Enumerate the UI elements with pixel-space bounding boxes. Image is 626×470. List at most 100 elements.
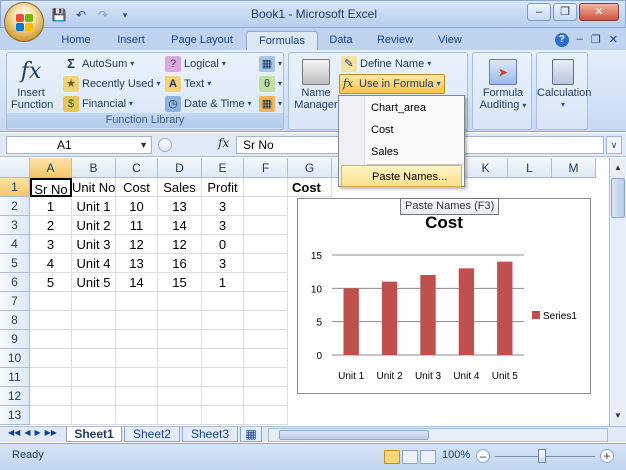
minimize-button[interactable]: – xyxy=(527,3,551,21)
cell[interactable] xyxy=(244,330,288,349)
cell[interactable]: Unit 4 xyxy=(72,254,116,273)
text-button[interactable]: A Text ▾ xyxy=(165,75,211,93)
vertical-scroll-thumb[interactable] xyxy=(611,178,625,218)
scroll-down-icon[interactable]: ▼ xyxy=(611,408,625,424)
cell[interactable] xyxy=(244,292,288,311)
cell[interactable] xyxy=(116,387,158,406)
cell[interactable] xyxy=(72,311,116,330)
normal-view-icon[interactable] xyxy=(384,450,400,464)
zoom-in-icon[interactable]: + xyxy=(600,449,614,463)
cell[interactable] xyxy=(202,368,244,387)
column-header[interactable]: L xyxy=(508,158,552,178)
cell[interactable]: 13 xyxy=(116,254,158,273)
name-box[interactable]: A1 ▼ xyxy=(6,136,152,154)
cell[interactable]: 1 xyxy=(202,273,244,292)
cell[interactable] xyxy=(72,292,116,311)
cell[interactable]: 12 xyxy=(158,235,202,254)
column-header[interactable]: D xyxy=(158,158,202,178)
cell[interactable] xyxy=(72,368,116,387)
row-header[interactable]: 6 xyxy=(0,273,30,292)
tab-view[interactable]: View xyxy=(430,31,470,50)
cell[interactable]: Sr No xyxy=(30,178,72,197)
cell[interactable]: Unit 2 xyxy=(72,216,116,235)
cell[interactable]: 10 xyxy=(116,197,158,216)
column-header[interactable]: A xyxy=(30,158,72,178)
menu-item-cost[interactable]: Cost xyxy=(365,119,464,141)
cell[interactable]: 2 xyxy=(30,216,72,235)
cell[interactable] xyxy=(244,368,288,387)
cell[interactable]: 15 xyxy=(158,273,202,292)
horizontal-scrollbar[interactable] xyxy=(268,428,608,442)
formula-bar-resize-handle[interactable] xyxy=(158,138,172,152)
cell[interactable]: 3 xyxy=(202,254,244,273)
row-header[interactable]: 13 xyxy=(0,406,30,425)
cell[interactable] xyxy=(202,406,244,425)
cell[interactable]: 3 xyxy=(202,197,244,216)
lookup-reference-button[interactable]: ▦ ▾ xyxy=(259,55,282,73)
cell[interactable] xyxy=(244,311,288,330)
cell[interactable]: 13 xyxy=(158,197,202,216)
row-header[interactable]: 2 xyxy=(0,197,30,216)
cell[interactable] xyxy=(30,330,72,349)
recently-used-button[interactable]: ★ Recently Used ▾ xyxy=(63,75,161,93)
office-button[interactable] xyxy=(4,2,44,42)
cell[interactable] xyxy=(244,273,288,292)
cell[interactable] xyxy=(72,349,116,368)
define-name-button[interactable]: ✎ Define Name ▾ xyxy=(341,55,431,73)
tab-home[interactable]: Home xyxy=(54,31,98,50)
menu-item-sales[interactable]: Sales xyxy=(365,141,464,163)
embedded-chart[interactable]: Cost 0 5 10 15 Unit 1 Unit 2 Unit 3 Unit 4 Unit … xyxy=(297,198,591,394)
use-in-formula-button[interactable]: fx Use in Formula ▾ xyxy=(339,74,445,94)
horizontal-scroll-thumb[interactable] xyxy=(279,430,429,440)
cell[interactable]: 0 xyxy=(202,235,244,254)
cell[interactable] xyxy=(158,330,202,349)
menu-item-paste-names[interactable]: Paste Names... xyxy=(341,165,462,187)
cell[interactable] xyxy=(30,387,72,406)
column-header[interactable]: K xyxy=(464,158,508,178)
cell[interactable] xyxy=(244,349,288,368)
prev-sheet-icon[interactable]: ◀ xyxy=(24,428,30,437)
close-button[interactable]: ✕ xyxy=(579,3,619,21)
row-header[interactable]: 3 xyxy=(0,216,30,235)
column-header[interactable]: G xyxy=(288,158,332,178)
logical-button[interactable]: ? Logical ▾ xyxy=(165,55,226,73)
row-header[interactable]: 7 xyxy=(0,292,30,311)
row-header[interactable]: 8 xyxy=(0,311,30,330)
cell[interactable]: Sales xyxy=(158,178,202,197)
cell[interactable]: 12 xyxy=(116,235,158,254)
zoom-out-icon[interactable]: – xyxy=(476,449,490,463)
menu-item-chart-area[interactable]: Chart_area xyxy=(365,97,464,119)
cell[interactable]: 16 xyxy=(158,254,202,273)
cell[interactable] xyxy=(30,349,72,368)
cell[interactable] xyxy=(244,197,288,216)
cell[interactable] xyxy=(202,292,244,311)
ribbon-close-icon[interactable]: ✕ xyxy=(609,33,618,47)
column-header[interactable]: C xyxy=(116,158,158,178)
row-header[interactable]: 11 xyxy=(0,368,30,387)
tab-data[interactable]: Data xyxy=(322,31,360,50)
cell[interactable]: 1 xyxy=(30,197,72,216)
cell[interactable] xyxy=(116,349,158,368)
row-header[interactable]: 4 xyxy=(0,235,30,254)
help-icon[interactable]: ? xyxy=(554,33,569,47)
cell[interactable] xyxy=(158,387,202,406)
next-sheet-icon[interactable]: ▶ xyxy=(34,428,40,437)
scroll-up-icon[interactable]: ▲ xyxy=(611,160,625,176)
cell[interactable]: 14 xyxy=(158,216,202,235)
column-header[interactable]: M xyxy=(552,158,596,178)
cell[interactable] xyxy=(244,406,288,425)
tab-review[interactable]: Review xyxy=(370,31,420,50)
cell[interactable] xyxy=(116,368,158,387)
cell[interactable]: Unit 3 xyxy=(72,235,116,254)
cell[interactable] xyxy=(30,292,72,311)
cell[interactable]: Cost xyxy=(288,178,332,197)
cell[interactable] xyxy=(116,292,158,311)
zoom-level[interactable]: 100% xyxy=(442,449,470,461)
math-trig-button[interactable]: θ ▾ xyxy=(259,75,282,93)
cell[interactable] xyxy=(244,235,288,254)
more-functions-button[interactable]: ▦ ▾ xyxy=(259,95,282,113)
cell[interactable]: 3 xyxy=(202,216,244,235)
cell[interactable] xyxy=(202,330,244,349)
tab-insert[interactable]: Insert xyxy=(108,31,154,50)
ribbon-restore-icon[interactable]: ❐ xyxy=(591,33,601,47)
